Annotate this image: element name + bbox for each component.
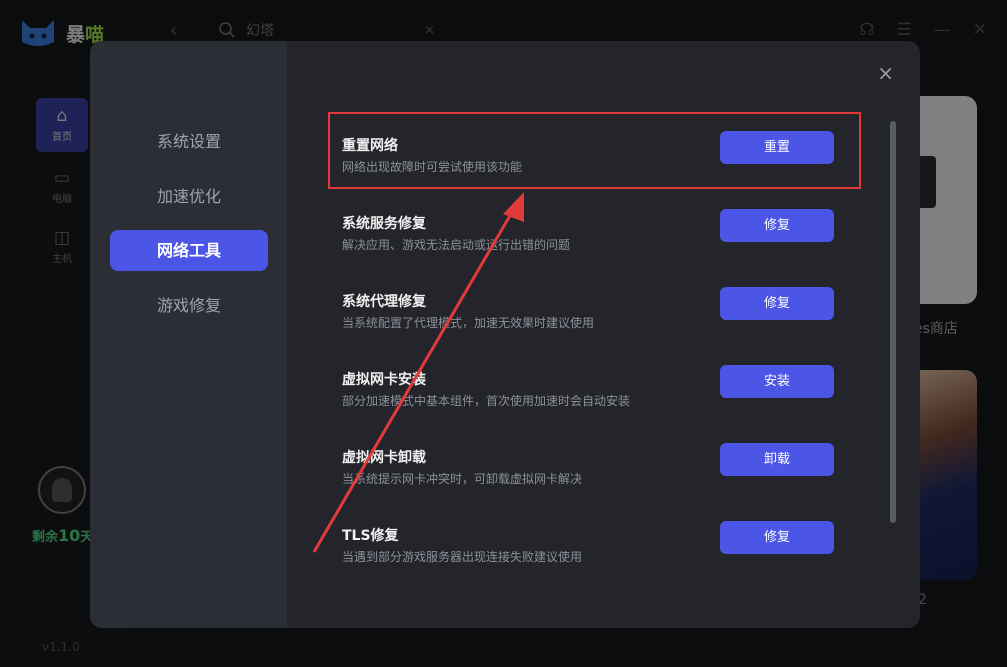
reset-button[interactable]: 重置: [720, 131, 834, 164]
tool-row-reset-network: 重置网络 网络出现故障时可尝试使用该功能 重置: [342, 131, 842, 195]
tool-title: 重置网络: [342, 138, 398, 154]
tool-row-service-repair: 系统服务修复 解决应用、游戏无法启动或运行出错的问题 修复: [342, 209, 842, 273]
tool-row-vnic-install: 虚拟网卡安装 部分加速模式中基本组件，首次使用加速时会自动安装 安装: [342, 365, 842, 429]
settings-sidebar: 系统设置 加速优化 网络工具 游戏修复: [90, 41, 287, 628]
tab-acceleration[interactable]: 加速优化: [110, 176, 268, 217]
tool-title: 虚拟网卡卸载: [342, 450, 426, 466]
tool-description: 网络出现故障时可尝试使用该功能: [342, 160, 523, 174]
repair-button[interactable]: 修复: [720, 287, 834, 320]
tool-row-proxy-repair: 系统代理修复 当系统配置了代理模式，加速无效果时建议使用 修复: [342, 287, 842, 351]
settings-modal: 系统设置 加速优化 网络工具 游戏修复 × 重置网络 网络出现故障时可尝试使用该…: [90, 41, 920, 628]
tool-title: 系统代理修复: [342, 294, 426, 310]
tab-system-settings[interactable]: 系统设置: [110, 121, 268, 162]
tool-description: 当遇到部分游戏服务器出现连接失败建议使用: [342, 550, 583, 564]
uninstall-button[interactable]: 卸载: [720, 443, 834, 476]
tool-description: 当系统提示网卡冲突时，可卸载虚拟网卡解决: [342, 472, 583, 486]
tool-description: 部分加速模式中基本组件，首次使用加速时会自动安装: [342, 394, 631, 408]
install-button[interactable]: 安装: [720, 365, 834, 398]
tool-row-tls-repair: TLS修复 当遇到部分游戏服务器出现连接失败建议使用 修复: [342, 521, 842, 585]
scrollbar[interactable]: [890, 121, 896, 523]
repair-button[interactable]: 修复: [720, 521, 834, 554]
tab-network-tools[interactable]: 网络工具: [110, 230, 268, 271]
tool-row-vnic-uninstall: 虚拟网卡卸载 当系统提示网卡冲突时，可卸载虚拟网卡解决 卸载: [342, 443, 842, 507]
tool-title: 虚拟网卡安装: [342, 372, 426, 388]
close-icon[interactable]: ×: [877, 61, 894, 85]
tool-description: 解决应用、游戏无法启动或运行出错的问题: [342, 238, 571, 252]
tool-description: 当系统配置了代理模式，加速无效果时建议使用: [342, 316, 595, 330]
tab-game-repair[interactable]: 游戏修复: [110, 285, 268, 326]
repair-button[interactable]: 修复: [720, 209, 834, 242]
tool-title: TLS修复: [342, 528, 399, 544]
tool-title: 系统服务修复: [342, 216, 426, 232]
